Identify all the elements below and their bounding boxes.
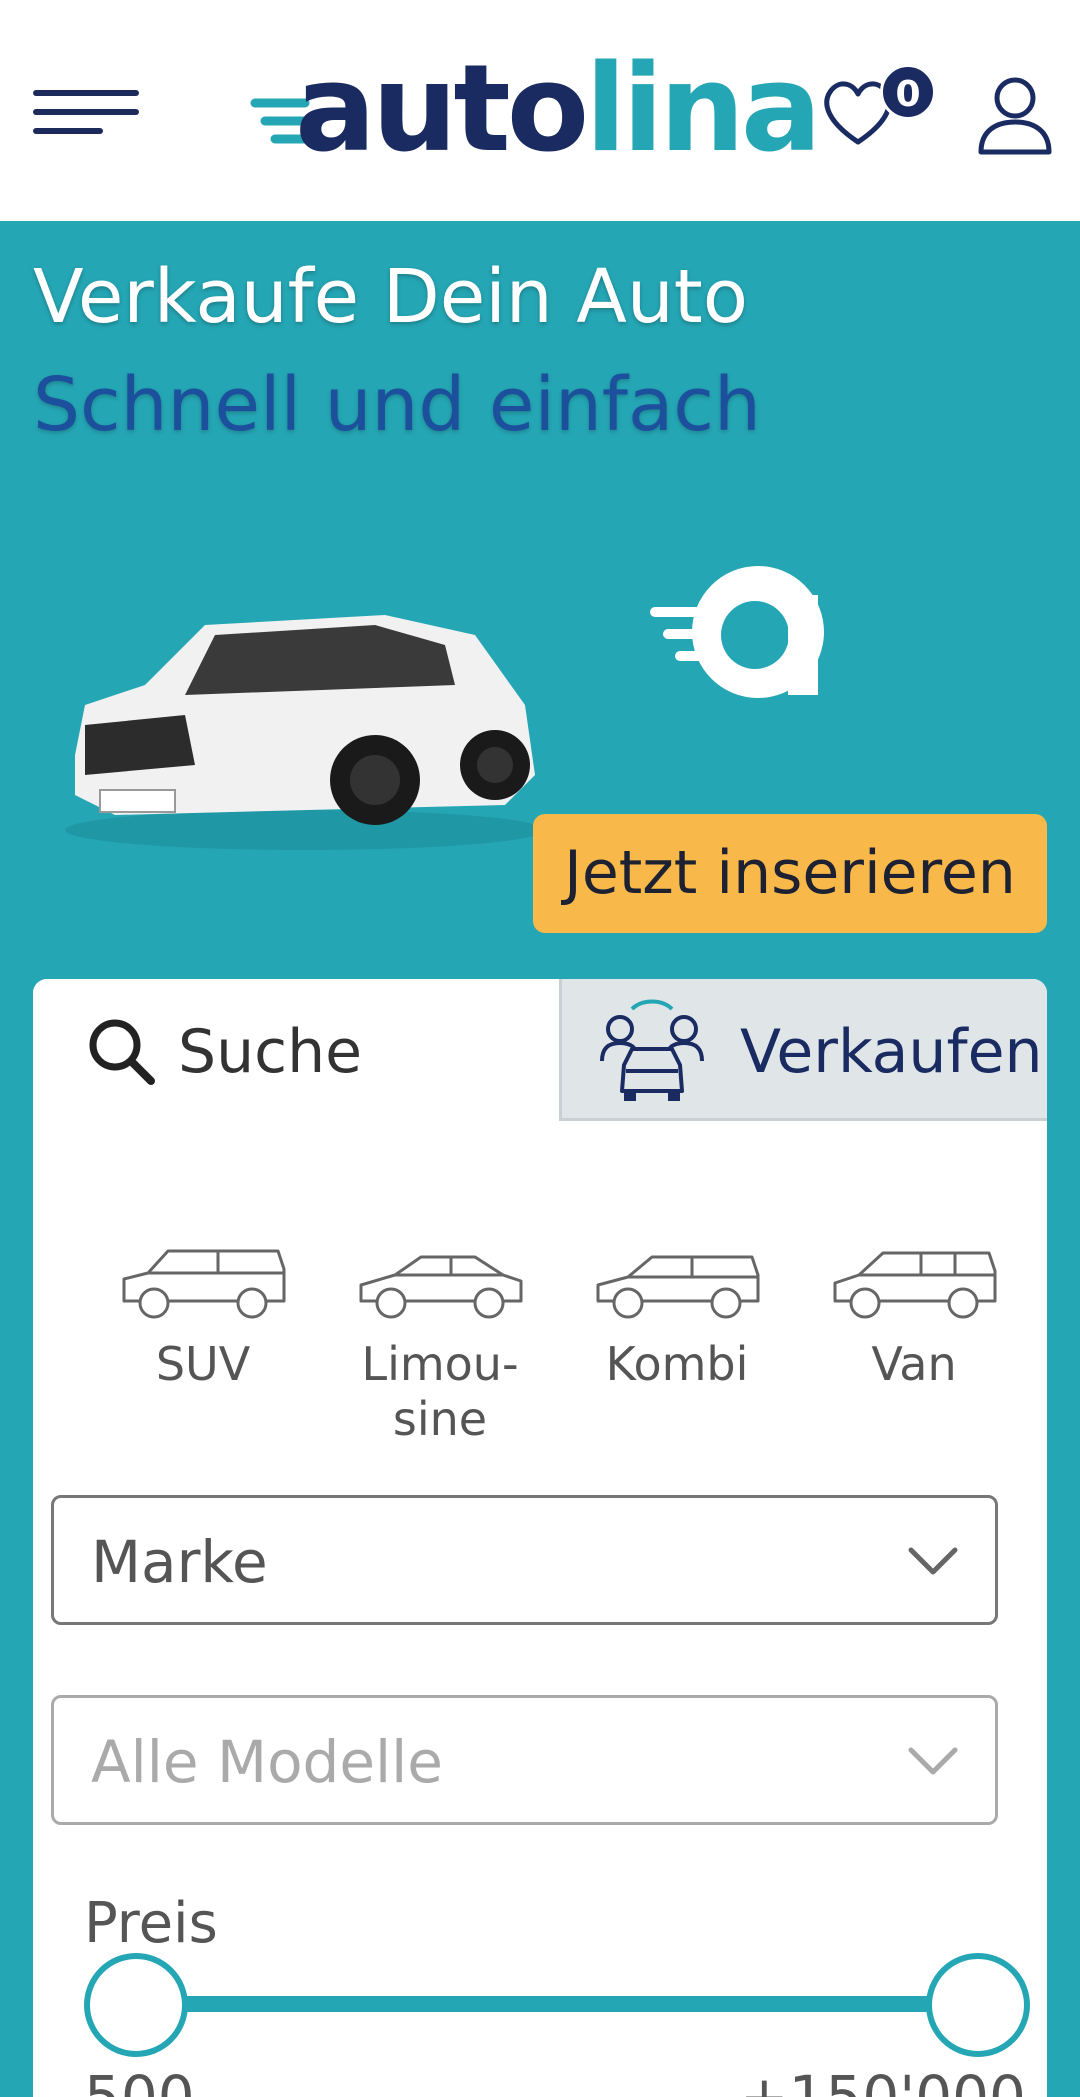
chevron-down-icon <box>908 1547 958 1575</box>
price-max-value: +150'000 <box>740 2063 1026 2097</box>
sedan-icon <box>359 1255 523 1319</box>
body-type-filter: SUV Limou- sine Kombi Van <box>103 1239 1043 1446</box>
user-account-icon[interactable] <box>975 72 1055 156</box>
favorites-count-badge: 0 <box>880 64 936 120</box>
tab-suche[interactable]: Suche <box>33 979 559 1121</box>
body-type-limousine[interactable]: Limou- sine <box>340 1239 540 1446</box>
body-type-suv[interactable]: SUV <box>103 1239 303 1439</box>
search-icon <box>89 1019 155 1085</box>
logo-wordmark: autolina <box>295 45 822 175</box>
hamburger-menu-icon[interactable] <box>30 85 142 145</box>
price-slider-min-handle[interactable] <box>84 1953 188 2057</box>
brand-select[interactable]: Marke <box>51 1495 998 1625</box>
price-label: Preis <box>84 1891 218 1956</box>
price-min-value: 500 <box>84 2063 195 2097</box>
car-image <box>55 565 555 855</box>
model-select[interactable]: Alle Modelle <box>51 1695 998 1825</box>
body-type-van-label: Van <box>871 1337 957 1391</box>
body-type-van[interactable]: Van <box>814 1239 1014 1439</box>
jetzt-inserieren-button[interactable]: Jetzt inserieren <box>533 814 1047 933</box>
autolina-logo[interactable]: autolina <box>250 45 822 175</box>
body-type-suv-label: SUV <box>155 1337 251 1391</box>
suv-icon <box>122 1249 286 1319</box>
body-type-kombi-label: Kombi <box>605 1337 749 1391</box>
sell-car-icon <box>600 999 704 1101</box>
autolina-brand-mark-icon <box>650 550 860 720</box>
price-slider-max-handle[interactable] <box>926 1953 1030 2057</box>
brand-select-value: Marke <box>91 1528 268 1596</box>
tab-verkaufen[interactable]: Verkaufen <box>559 979 1047 1121</box>
body-type-kombi[interactable]: Kombi <box>577 1239 777 1439</box>
app-header: autolina 0 <box>0 0 1080 221</box>
logo-word-auto: auto <box>295 40 589 179</box>
tab-verkaufen-label: Verkaufen <box>740 1017 1043 1087</box>
tab-suche-label: Suche <box>178 1017 363 1087</box>
body-type-limousine-label: Limou- sine <box>361 1337 519 1446</box>
logo-word-lina: lina <box>585 40 822 179</box>
model-select-value: Alle Modelle <box>91 1728 443 1796</box>
hero-title: Verkaufe Dein Auto <box>33 254 749 340</box>
hero-subtitle: Schnell und einfach <box>33 362 761 448</box>
wagon-icon <box>596 1255 760 1319</box>
chevron-down-icon <box>908 1747 958 1775</box>
price-slider-track[interactable] <box>120 1996 980 2012</box>
van-icon <box>833 1251 997 1319</box>
